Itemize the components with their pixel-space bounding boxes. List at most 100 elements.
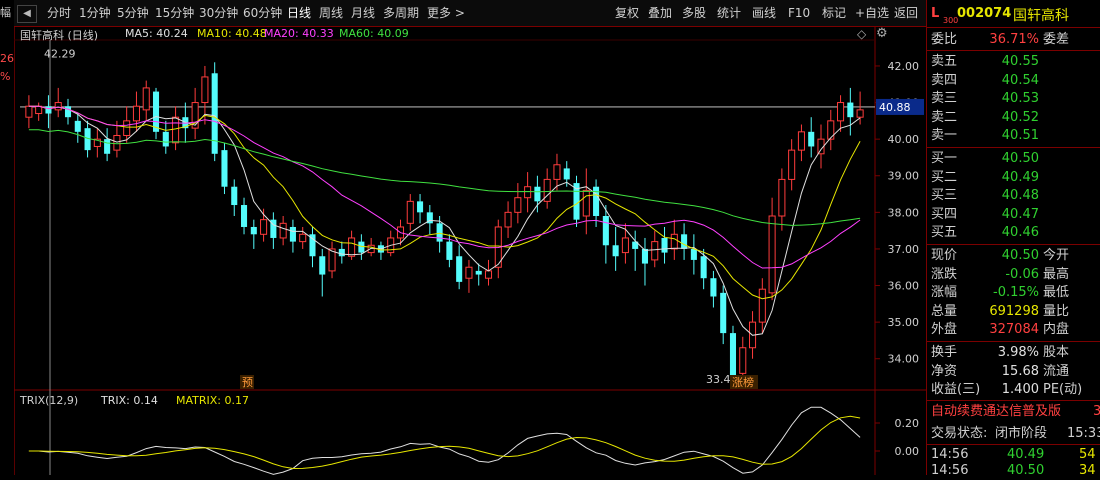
candle-body bbox=[211, 73, 218, 154]
buy-level-4-label: 买四 bbox=[931, 206, 958, 222]
ad-row[interactable]: 自动续费通达信普及版 3 bbox=[927, 403, 1100, 421]
gear-icon[interactable]: ⚙ bbox=[876, 26, 888, 41]
toolbar-button-6[interactable]: 标记 bbox=[822, 4, 846, 22]
stat-row-2: 涨幅 -0.15% 最低 bbox=[927, 284, 1100, 302]
strip-label-2: 26 bbox=[0, 52, 14, 65]
status-value: 闭市阶段 bbox=[995, 426, 1048, 441]
stat-row-4-value: 327084 bbox=[989, 322, 1039, 337]
divider bbox=[927, 341, 1100, 342]
period-tab-4[interactable]: 30分钟 bbox=[199, 4, 238, 22]
stat-row-0-label: 现价 bbox=[931, 248, 958, 263]
stat-row-3-value: 691298 bbox=[989, 303, 1039, 319]
ma-legend-3: MA60: 40.09 bbox=[339, 27, 409, 40]
toolbar-button-4[interactable]: 画线 bbox=[752, 4, 776, 22]
high-annotation: 42.29 bbox=[44, 47, 76, 60]
candle-body bbox=[847, 102, 854, 118]
divider bbox=[927, 50, 1100, 51]
candle-body bbox=[123, 120, 131, 136]
candle-body bbox=[856, 109, 864, 118]
stat-row-3: 总量 691298 量比 bbox=[927, 303, 1100, 321]
candle-body bbox=[417, 201, 424, 213]
sell-level-4-label: 卖四 bbox=[931, 72, 958, 88]
strip-label-3: % bbox=[0, 70, 11, 83]
divider bbox=[927, 244, 1100, 245]
toolbar-button-5[interactable]: F10 bbox=[788, 4, 810, 22]
candle-body bbox=[456, 256, 463, 282]
candle-body bbox=[172, 116, 180, 144]
price-axis-label: 35.00 bbox=[888, 316, 920, 329]
candle-body bbox=[240, 205, 248, 227]
toolbar-button-0[interactable]: 复权 bbox=[615, 4, 639, 22]
info-row-1-value: 15.68 bbox=[1001, 363, 1039, 379]
info-row-0: 换手 3.98% 股本 bbox=[927, 344, 1100, 362]
tick-time: 14:56 bbox=[931, 463, 969, 478]
diamond-icon[interactable]: ◇ bbox=[857, 27, 866, 41]
ma-legend-2: MA20: 40.33 bbox=[264, 27, 334, 40]
candle-body bbox=[152, 91, 160, 132]
toolbar-button-2[interactable]: 多股 bbox=[682, 4, 706, 22]
period-tab-7[interactable]: 周线 bbox=[319, 4, 343, 22]
period-tab-1[interactable]: 1分钟 bbox=[79, 4, 111, 22]
info-row-0-label2: 股本 bbox=[1043, 345, 1070, 360]
period-tab-10[interactable]: 更多 > bbox=[427, 4, 465, 22]
ma60-line bbox=[28, 129, 861, 226]
trix-line bbox=[28, 406, 861, 475]
kline-chart[interactable]: 42.0041.0040.0039.0038.0037.0036.0035.00… bbox=[14, 26, 926, 475]
candle-body bbox=[35, 105, 43, 115]
candle-body bbox=[690, 248, 697, 260]
sell-level-2: 卖二 40.52 bbox=[927, 109, 1100, 127]
candle-body bbox=[534, 186, 541, 202]
period-tab-8[interactable]: 月线 bbox=[351, 4, 375, 22]
sell-level-5-value: 40.55 bbox=[1001, 54, 1039, 69]
candle-body bbox=[681, 234, 688, 249]
candle-body bbox=[338, 248, 345, 257]
trix-axis-label: 0.20 bbox=[895, 417, 920, 430]
toolbar-button-8[interactable]: 返回 bbox=[894, 4, 918, 22]
period-toolbar: ◀ 分时 1分钟 5分钟 15分钟 30分钟 60分钟 日线 周线 月线 多周期 更多 > 复权 叠加多… bbox=[14, 0, 926, 27]
divider bbox=[927, 27, 1100, 28]
period-tab-0[interactable]: 分时 bbox=[47, 4, 71, 22]
candle-body bbox=[484, 270, 493, 279]
tick-row: 14:56 40.50 34 bbox=[927, 462, 1100, 480]
period-tab-9[interactable]: 多周期 bbox=[383, 4, 419, 22]
ma10-line bbox=[28, 105, 861, 300]
sell-level-2-label: 卖二 bbox=[931, 109, 958, 125]
strip-label-1: 幅 bbox=[0, 6, 11, 19]
toolbar-button-7[interactable]: +自选 bbox=[855, 4, 889, 22]
status-time: 15:33 bbox=[1067, 426, 1100, 441]
trix-label: TRIX(12,9) bbox=[20, 394, 79, 407]
matrix-line bbox=[28, 415, 861, 470]
status-label: 交易状态: bbox=[931, 426, 988, 441]
sell-level-5: 卖五 40.55 bbox=[927, 53, 1100, 71]
candle-body bbox=[289, 226, 296, 242]
candle-body bbox=[54, 102, 62, 111]
period-tab-2[interactable]: 5分钟 bbox=[117, 4, 149, 22]
ad-text[interactable]: 自动续费通达信普及版 bbox=[931, 403, 1061, 421]
sell-level-1-value: 40.51 bbox=[1001, 128, 1039, 143]
candle-body bbox=[104, 139, 111, 154]
sell-level-3-value: 40.53 bbox=[1001, 91, 1039, 106]
period-tab-5[interactable]: 60分钟 bbox=[243, 4, 282, 22]
candle-body bbox=[25, 105, 33, 118]
current-price-tag: 40.88 bbox=[879, 101, 911, 114]
candle-body bbox=[504, 211, 512, 228]
toolbar-button-1[interactable]: 叠加 bbox=[648, 4, 672, 22]
info-row-2-label: 收益(三) bbox=[931, 382, 981, 397]
stat-row-3-label: 总量 bbox=[931, 303, 958, 319]
scroll-left-icon[interactable]: ◀ bbox=[17, 5, 37, 23]
buy-level-2-value: 40.49 bbox=[1001, 169, 1039, 185]
candle-body bbox=[768, 215, 776, 294]
divider bbox=[927, 400, 1100, 401]
candle-body bbox=[808, 131, 815, 147]
period-tab-6[interactable]: 日线 bbox=[287, 4, 311, 22]
candle-body bbox=[113, 134, 121, 151]
chart-area[interactable]: 42.0041.0040.0039.0038.0037.0036.0035.00… bbox=[14, 26, 926, 475]
period-tab-3[interactable]: 15分钟 bbox=[155, 4, 194, 22]
candle-body bbox=[406, 200, 414, 224]
candle-body bbox=[45, 106, 52, 114]
chart-title: 国轩高科 (日线) bbox=[20, 29, 99, 42]
toolbar-button-3[interactable]: 统计 bbox=[717, 4, 741, 22]
candle-body bbox=[788, 149, 796, 180]
status-row: 交易状态: 闭市阶段 15:33 bbox=[927, 425, 1100, 443]
price-axis-label: 36.00 bbox=[888, 280, 920, 293]
